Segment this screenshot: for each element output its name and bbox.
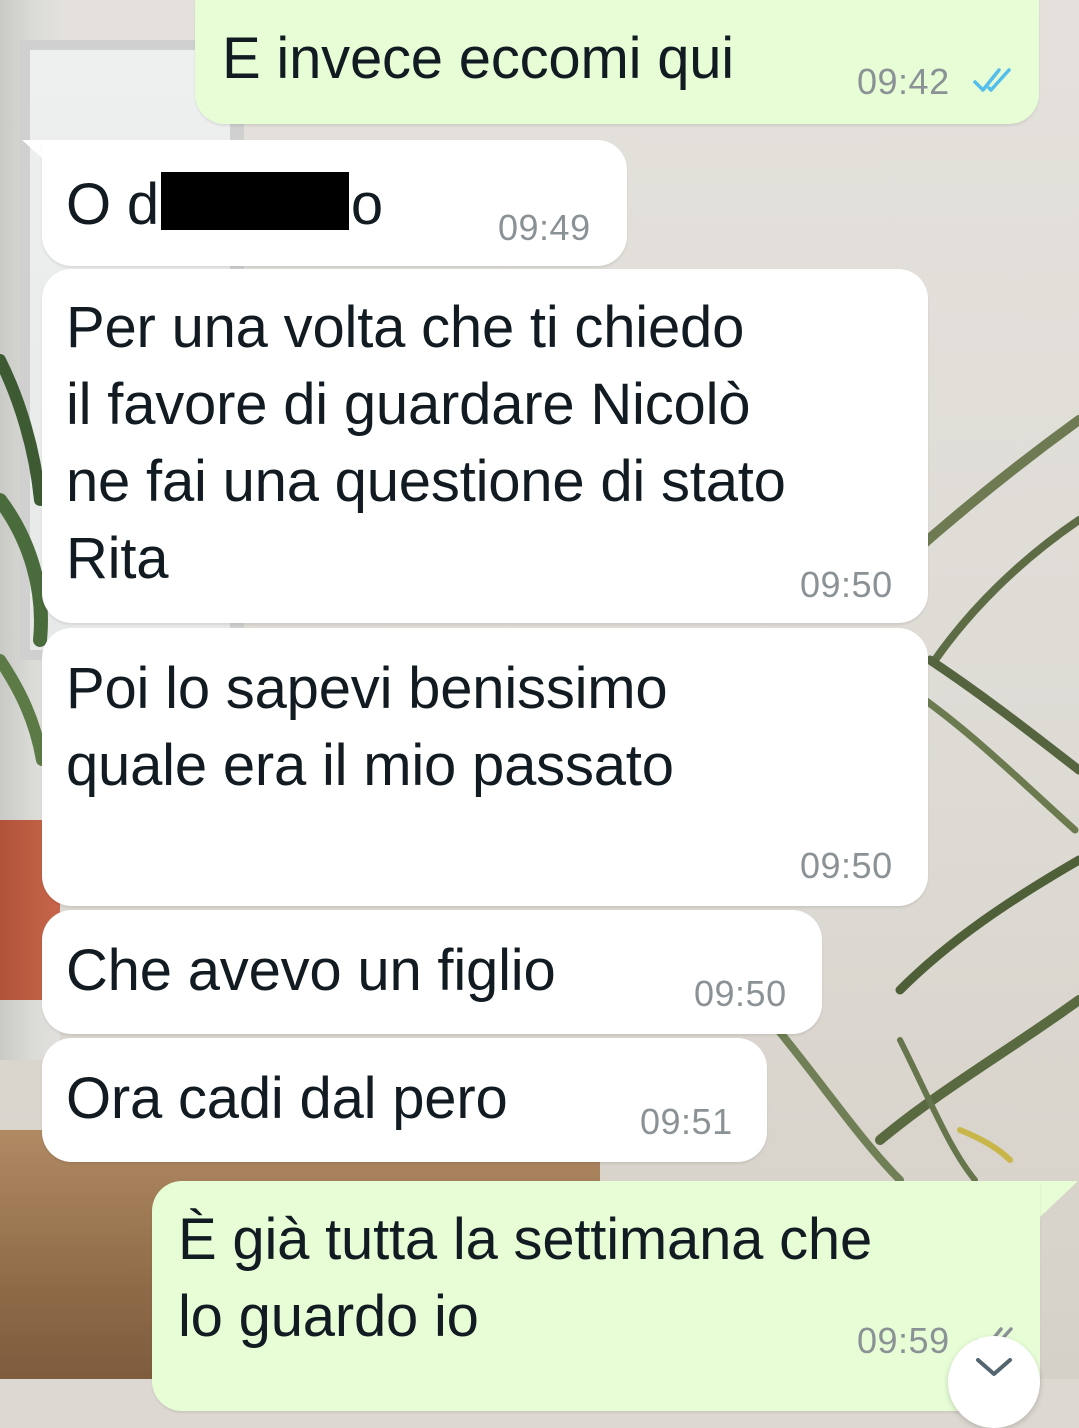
chevron-down-icon <box>976 1358 1012 1376</box>
scroll-to-bottom-button[interactable] <box>948 1336 1040 1428</box>
message-time: 09:50 <box>800 845 893 886</box>
message-text: Che avevo un figlio <box>66 938 556 1003</box>
message-text: O do <box>66 166 383 243</box>
message-bubble-incoming[interactable]: Per una volta che ti chiedo il favore di… <box>42 269 928 623</box>
message-text: Poi lo sapevi benissimo quale era il mio… <box>66 656 674 798</box>
message-bubble-outgoing[interactable]: E invece eccomi qui 09:42 <box>195 0 1039 124</box>
double-check-icon <box>973 68 1011 92</box>
message-time: 09:50 <box>800 564 893 605</box>
message-text: È già tutta la settimana che lo guardo i… <box>178 1207 873 1349</box>
message-bubble-incoming[interactable]: Poi lo sapevi benissimo quale era il mio… <box>42 628 928 906</box>
redaction-bar <box>160 172 349 230</box>
message-time: 09:50 <box>694 973 787 1014</box>
message-time: 09:49 <box>498 207 591 248</box>
message-bubble-outgoing[interactable]: È già tutta la settimana che lo guardo i… <box>152 1181 1040 1411</box>
message-text: E invece eccomi qui <box>222 26 734 91</box>
message-time: 09:51 <box>640 1101 733 1142</box>
message-time: 09:59 <box>857 1320 950 1361</box>
bubble-tail-outgoing <box>1040 1181 1078 1217</box>
message-bubble-incoming[interactable]: Ora cadi dal pero 09:51 <box>42 1038 767 1162</box>
message-time: 09:42 <box>857 61 950 102</box>
message-bubble-incoming[interactable]: Che avevo un figlio 09:50 <box>42 910 822 1034</box>
message-bubble-incoming[interactable]: O d o 09:49 <box>42 140 627 266</box>
message-text: Per una volta che ti chiedo il favore di… <box>66 295 786 591</box>
message-text: Ora cadi dal pero <box>66 1066 508 1131</box>
message-text-end: o <box>350 172 383 237</box>
message-text-start: O d <box>66 172 159 237</box>
